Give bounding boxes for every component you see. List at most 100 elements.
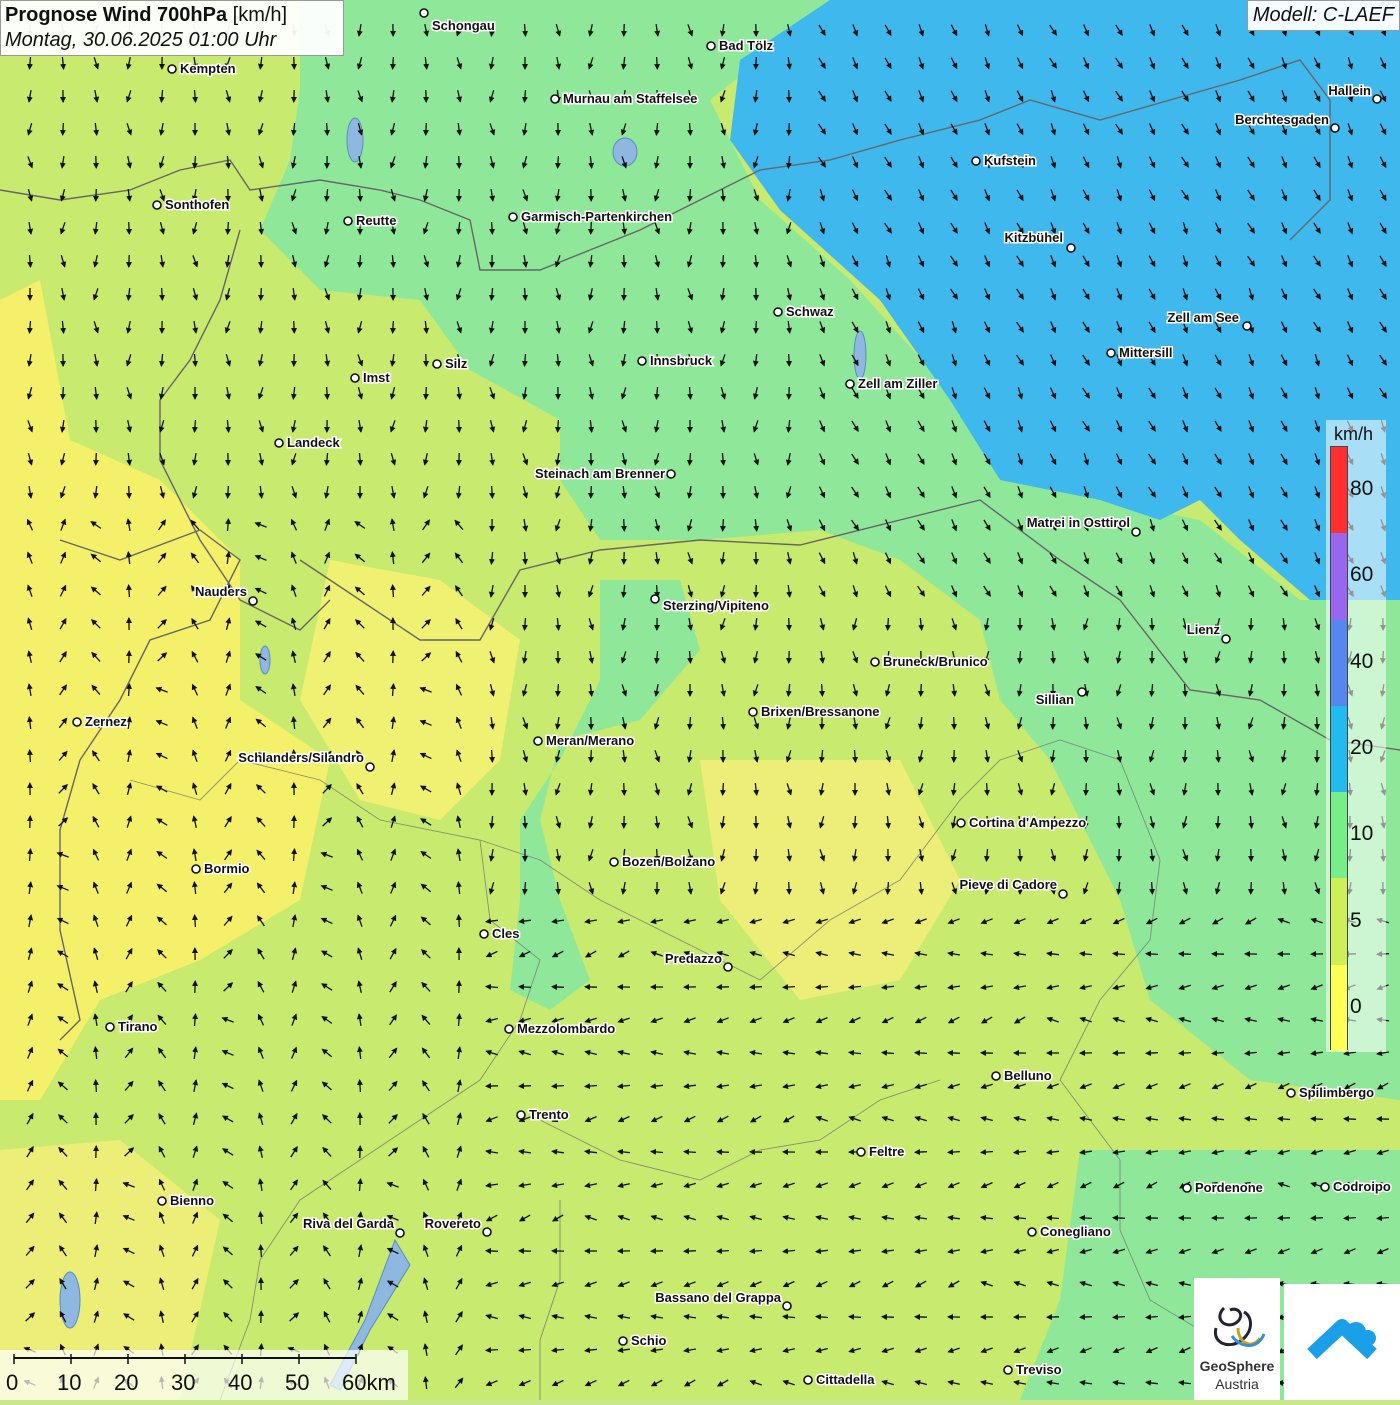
city-marker[interactable]: Mezzolombardo — [505, 1021, 615, 1036]
city-label: Bassano del Grappa — [655, 1290, 781, 1305]
wind-arrow — [1251, 882, 1252, 894]
city-dot-icon — [804, 1376, 812, 1384]
wind-arrow — [954, 717, 955, 729]
city-marker[interactable]: Pordenone — [1183, 1180, 1263, 1195]
city-label: Bruneck/Brunico — [883, 654, 988, 669]
city-dot-icon — [344, 217, 352, 225]
city-marker[interactable]: Garmisch-Partenkirchen — [509, 209, 672, 224]
city-marker[interactable]: Spilimbergo — [1287, 1085, 1374, 1100]
city-dot-icon — [707, 42, 715, 50]
wind-arrow — [492, 486, 493, 498]
wind-arrow — [1113, 1317, 1125, 1318]
wind-arrow — [1080, 1317, 1092, 1318]
wind-arrow — [1146, 1053, 1158, 1054]
city-dot-icon — [857, 1148, 865, 1156]
wind-arrow — [1344, 1119, 1356, 1120]
wind-arrow — [888, 882, 889, 894]
city-label: Zell am Ziller — [858, 376, 937, 391]
city-label: Berchtesgaden — [1235, 112, 1329, 127]
wind-arrow — [1086, 783, 1087, 795]
wind-arrow — [552, 987, 564, 988]
city-dot-icon — [749, 708, 757, 716]
city-dot-icon — [619, 1337, 627, 1345]
wind-arrow — [519, 987, 531, 988]
wind-arrow — [723, 255, 724, 267]
city-label: Landeck — [287, 435, 341, 450]
scale-label: 60km — [342, 1370, 396, 1396]
city-dot-icon — [783, 1302, 791, 1310]
city-label: Predazzo — [665, 951, 722, 966]
city-label: Sillian — [1036, 692, 1074, 707]
wind-arrow — [459, 420, 460, 432]
city-label: Reutte — [356, 213, 396, 228]
forecast-title-parameter: Prognose Wind 700hPa — [5, 4, 227, 26]
wind-arrow — [1152, 618, 1153, 630]
city-label: Bad Tölz — [719, 38, 774, 53]
wind-arrow — [915, 1053, 927, 1054]
city-label: Rovereto — [425, 1216, 481, 1231]
city-marker[interactable]: Meran/Merano — [534, 733, 634, 748]
city-dot-icon — [1183, 1184, 1191, 1192]
wind-arrow — [558, 684, 559, 696]
wind-arrow — [129, 486, 130, 498]
logo-name: GeoSphere — [1194, 1358, 1280, 1374]
city-dot-icon — [249, 597, 257, 605]
city-dot-icon — [275, 439, 283, 447]
city-marker[interactable]: Bozen/Bolzano — [610, 854, 715, 869]
scale-bar: 0102030405060km — [0, 1350, 408, 1400]
wind-arrow — [1053, 717, 1054, 729]
wind-arrow — [261, 288, 262, 300]
city-dot-icon — [972, 157, 980, 165]
city-dot-icon — [1373, 95, 1381, 103]
wind-arrow — [327, 123, 328, 135]
wind-arrow — [393, 57, 394, 69]
city-marker[interactable]: Steinach am Brenner — [535, 466, 675, 481]
wind-arrow — [591, 750, 592, 762]
city-label: Riva del Garda — [303, 1216, 395, 1231]
wind-arrow — [756, 321, 757, 333]
city-marker[interactable]: Zell am Ziller — [846, 376, 937, 391]
city-label: Garmisch-Partenkirchen — [521, 209, 672, 224]
geosphere-logo[interactable]: GeoSphere Austria — [1194, 1278, 1280, 1400]
city-label: Pordenone — [1195, 1180, 1263, 1195]
wind-arrow — [657, 321, 658, 333]
city-marker[interactable]: Sterzing/Vipiteno — [651, 595, 769, 613]
wind-arrow — [789, 90, 790, 102]
city-dot-icon — [192, 865, 200, 873]
legend-tick-label: 60 — [1350, 563, 1373, 587]
wind-arrow — [129, 585, 130, 597]
city-dot-icon — [724, 963, 732, 971]
city-marker[interactable]: Cortina d'Ampezzo — [957, 815, 1086, 830]
city-marker[interactable]: Innsbruck — [638, 353, 713, 368]
city-marker[interactable]: Bruneck/Brunico — [871, 654, 988, 669]
wind-arrow — [486, 1251, 498, 1252]
city-marker[interactable]: Murnau am Staffelsee — [551, 91, 697, 106]
wind-map[interactable]: SchongauBad TölzKemptenMurnau am Staffel… — [0, 0, 1400, 1400]
city-label: Kufstein — [984, 153, 1036, 168]
wind-arrow — [723, 783, 724, 795]
city-marker[interactable]: Conegliano — [1028, 1224, 1111, 1239]
wind-arrow — [393, 585, 394, 597]
wind-arrow — [882, 1317, 894, 1318]
city-dot-icon — [396, 1229, 404, 1237]
wind-arrow — [1152, 882, 1153, 894]
wind-arrow — [987, 783, 988, 795]
city-marker[interactable]: Brixen/Bressanone — [749, 704, 880, 719]
city-label: Meran/Merano — [546, 733, 634, 748]
city-dot-icon — [534, 737, 542, 745]
wind-arrow — [723, 519, 724, 531]
wind-arrow — [1218, 816, 1219, 828]
city-dot-icon — [106, 1023, 114, 1031]
city-dot-icon — [610, 858, 618, 866]
wind-arrow — [228, 222, 229, 234]
city-label: Steinach am Brenner — [535, 466, 665, 481]
legend-tick-label: 5 — [1350, 909, 1362, 933]
city-marker[interactable]: Sonthofen — [153, 197, 229, 212]
forecast-title-box: Prognose Wind 700hPa [km/h] Montag, 30.0… — [0, 0, 344, 56]
partner-logo[interactable] — [1284, 1284, 1400, 1400]
wind-arrow — [756, 57, 757, 69]
city-label: Bozen/Bolzano — [622, 854, 715, 869]
wind-arrow — [96, 189, 97, 201]
wind-arrow — [1311, 1119, 1323, 1120]
legend-color-bar — [1330, 446, 1348, 1050]
